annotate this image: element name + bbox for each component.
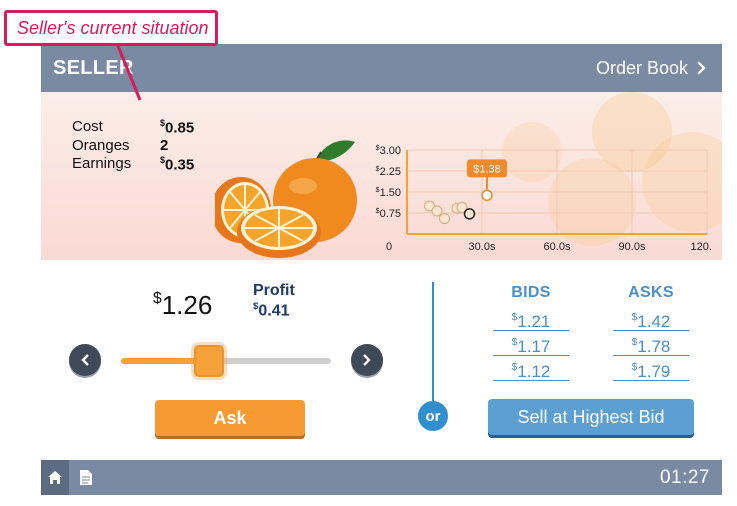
asks-column: ASKS $1.42 $1.78 $1.79 bbox=[611, 284, 691, 381]
sell-at-highest-bid-button[interactable]: Sell at Highest Bid bbox=[488, 399, 694, 435]
chart-x-tick-label: 90.0s bbox=[619, 241, 646, 253]
bid-item[interactable]: $1.17 bbox=[493, 332, 569, 356]
increase-price-button[interactable] bbox=[351, 344, 383, 376]
footer-bar: 01:27 bbox=[41, 460, 722, 495]
chart-point bbox=[431, 205, 443, 217]
oranges-label: Oranges bbox=[72, 137, 130, 155]
ask-item[interactable]: $1.78 bbox=[613, 332, 689, 356]
seller-app: SELLER Order Book Cost $0.85 Oranges 2 E… bbox=[41, 44, 722, 495]
ask-button[interactable]: Ask bbox=[155, 400, 305, 436]
current-price-point bbox=[481, 189, 493, 202]
chart-x-tick-label: 60.0s bbox=[544, 241, 571, 253]
chart-y-tick-label: $0.75 bbox=[376, 208, 401, 220]
chart-x-tick-label: 0 bbox=[386, 241, 392, 253]
bid-item[interactable]: $1.12 bbox=[493, 357, 569, 381]
cost-value: $0.85 bbox=[160, 118, 195, 137]
order-book-label: Order Book bbox=[595, 57, 688, 78]
slider-handle[interactable] bbox=[194, 345, 225, 377]
chart-y-tick-label: $2.25 bbox=[376, 166, 401, 178]
document-icon[interactable] bbox=[79, 469, 93, 486]
annotation-callout: Seller's current situation bbox=[4, 10, 218, 46]
home-button[interactable] bbox=[41, 460, 69, 495]
chart-point bbox=[463, 208, 476, 220]
oranges-value: 2 bbox=[160, 137, 169, 155]
ask-price: $1.26 bbox=[153, 290, 213, 320]
profit-label: Profit bbox=[253, 282, 295, 299]
seller-stats: Cost $0.85 Oranges 2 Earnings $0.35 bbox=[72, 118, 194, 174]
bid-item[interactable]: $1.21 bbox=[493, 307, 569, 331]
home-icon bbox=[48, 471, 62, 484]
chevron-left-icon bbox=[81, 354, 89, 366]
bids-header: BIDS bbox=[511, 284, 551, 301]
chevron-right-icon bbox=[697, 61, 706, 75]
chart-y-tick-label: $1.50 bbox=[376, 187, 401, 199]
cost-label: Cost bbox=[72, 118, 103, 135]
chart-y-tick-label: $3.00 bbox=[376, 145, 401, 157]
earnings-label: Earnings bbox=[72, 155, 132, 173]
oranges-illustration bbox=[215, 140, 357, 258]
price-slider[interactable] bbox=[121, 345, 331, 377]
chart-x-tick-label: 30.0s bbox=[469, 241, 496, 253]
order-book-link[interactable]: Order Book bbox=[596, 58, 706, 79]
ask-item[interactable]: $1.79 bbox=[613, 357, 689, 381]
profit-display: Profit $0.41 bbox=[253, 282, 295, 321]
asks-header: ASKS bbox=[628, 284, 674, 301]
chart-x-tick-label: 120.0s bbox=[690, 241, 711, 253]
current-price-label: $1.38 bbox=[473, 163, 501, 175]
chevron-right-icon bbox=[363, 354, 371, 366]
decrease-price-button[interactable] bbox=[69, 344, 101, 376]
or-badge: or bbox=[418, 401, 448, 431]
countdown-timer: 01:27 bbox=[659, 466, 710, 488]
bids-column: BIDS $1.21 $1.17 $1.12 bbox=[491, 284, 571, 381]
price-history-chart: $3.00 $2.25 $1.50 $0.75 0 30.0s 60.0s 90.0s 120.… bbox=[376, 145, 711, 253]
ask-item[interactable]: $1.42 bbox=[613, 307, 689, 331]
earnings-value: $0.35 bbox=[160, 155, 195, 174]
callout-text: Seller's current situation bbox=[17, 17, 209, 38]
situation-panel: Cost $0.85 Oranges 2 Earnings $0.35 $3.0… bbox=[41, 92, 722, 260]
or-divider bbox=[432, 282, 434, 410]
chart-point bbox=[439, 213, 450, 225]
profit-value: $0.41 bbox=[253, 301, 290, 320]
